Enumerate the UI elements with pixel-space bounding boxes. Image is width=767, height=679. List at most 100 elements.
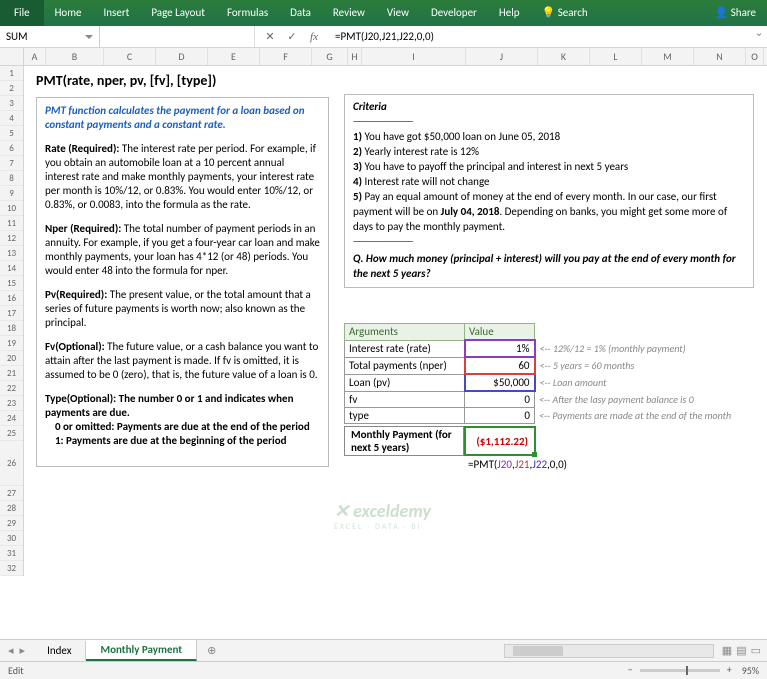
ribbon-tab-review[interactable]: Review (322, 0, 376, 26)
arg-label-rate[interactable]: Interest rate (rate) (345, 340, 465, 357)
col-L[interactable]: L (590, 48, 642, 65)
ribbon-share[interactable]: 👤 Share (704, 0, 767, 26)
col-K[interactable]: K (538, 48, 590, 65)
formula-bar-row: SUM ✕ ✓ fx =PMT(J20,J21,J22,0,0) ⌄ (0, 26, 767, 48)
zoom-level[interactable]: 95% (742, 664, 759, 677)
row-7[interactable]: 7 (0, 156, 23, 171)
arg-value-nper[interactable]: 60 (465, 357, 535, 374)
zoom-thumb[interactable] (686, 666, 688, 675)
normal-view-icon[interactable]: ▦ (722, 644, 732, 657)
row-23[interactable]: 23 (0, 396, 23, 411)
arg-value-fv[interactable]: 0 (465, 391, 535, 408)
sheet-canvas[interactable]: PMT(rate, nper, pv, [fv], [type]) PMT fu… (24, 66, 767, 576)
ribbon-search[interactable]: 💡 Search (531, 0, 599, 26)
arg-label-type[interactable]: type (345, 408, 465, 424)
col-N[interactable]: N (694, 48, 746, 65)
row-10[interactable]: 10 (0, 201, 23, 216)
arg-value-rate[interactable]: 1% (465, 340, 535, 357)
ribbon-tab-help[interactable]: Help (488, 0, 531, 26)
col-O[interactable]: O (746, 48, 764, 65)
arg-note-rate: <-- 12%/12 = 1% (monthly payment) (535, 340, 732, 357)
col-E[interactable]: E (208, 48, 260, 65)
ribbon-tab-home[interactable]: Home (44, 0, 93, 26)
row-26[interactable]: 26 (0, 441, 23, 486)
horizontal-scrollbar[interactable] (504, 644, 714, 658)
row-21[interactable]: 21 (0, 366, 23, 381)
row-5[interactable]: 5 (0, 126, 23, 141)
row-14[interactable]: 14 (0, 261, 23, 276)
col-D[interactable]: D (156, 48, 208, 65)
scrollbar-thumb[interactable] (513, 646, 563, 656)
row-1[interactable]: 1 (0, 66, 23, 81)
select-all-corner[interactable] (0, 48, 24, 65)
watermark: ✕ exceldemy EXCEL · DATA · BI (334, 500, 431, 532)
formula-input[interactable]: =PMT(J20,J21,J22,0,0) (329, 26, 751, 47)
ribbon-tab-formulas[interactable]: Formulas (216, 0, 279, 26)
row-29[interactable]: 29 (0, 516, 23, 531)
col-B[interactable]: B (46, 48, 104, 65)
row-20[interactable]: 20 (0, 351, 23, 366)
add-sheet-icon[interactable]: ⊕ (197, 644, 226, 657)
ribbon-share-label: Share (731, 6, 756, 19)
sheet-tab-monthly-payment[interactable]: Monthly Payment (86, 640, 197, 661)
row-headers: 1 2 3 4 5 6 7 8 9 10 11 12 13 14 15 16 1… (0, 66, 24, 576)
monthly-formula-cell[interactable]: =PMT(J20,J21,J22,0,0) (344, 458, 567, 471)
row-17[interactable]: 17 (0, 306, 23, 321)
row-31[interactable]: 31 (0, 546, 23, 561)
row-4[interactable]: 4 (0, 111, 23, 126)
row-30[interactable]: 30 (0, 531, 23, 546)
row-3[interactable]: 3 (0, 96, 23, 111)
enter-icon[interactable]: ✓ (281, 30, 303, 43)
row-2[interactable]: 2 (0, 81, 23, 96)
ribbon-tab-page-layout[interactable]: Page Layout (140, 0, 216, 26)
row-8[interactable]: 8 (0, 171, 23, 186)
monthly-payment-label[interactable]: Monthly Payment (for next 5 years) (344, 426, 464, 456)
ribbon-tab-developer[interactable]: Developer (420, 0, 488, 26)
page-layout-icon[interactable]: ▤ (736, 644, 746, 657)
dashes-1: ------------------------- (353, 114, 745, 129)
row-24[interactable]: 24 (0, 411, 23, 426)
arg-value-type[interactable]: 0 (465, 408, 535, 424)
sheet-tab-index[interactable]: Index (33, 641, 86, 660)
sheet-next-icon[interactable]: ▸ (20, 644, 26, 657)
cancel-icon[interactable]: ✕ (259, 30, 281, 43)
ribbon-tab-insert[interactable]: Insert (93, 0, 141, 26)
ribbon-tab-view[interactable]: View (376, 0, 420, 26)
zoom-slider[interactable] (640, 669, 720, 672)
name-box[interactable]: SUM (0, 26, 100, 47)
row-28[interactable]: 28 (0, 501, 23, 516)
table-row: Total payments (nper) 60 <-- 5 years = 6… (345, 357, 732, 374)
arg-label-pv[interactable]: Loan (pv) (345, 374, 465, 391)
row-19[interactable]: 19 (0, 336, 23, 351)
ribbon-tab-data[interactable]: Data (279, 0, 322, 26)
row-22[interactable]: 22 (0, 381, 23, 396)
col-A[interactable]: A (24, 48, 46, 65)
page-break-icon[interactable]: ▭ (751, 644, 761, 657)
row-12[interactable]: 12 (0, 231, 23, 246)
arg-label-fv[interactable]: fv (345, 391, 465, 408)
row-27[interactable]: 27 (0, 486, 23, 501)
arg-label-nper[interactable]: Total payments (nper) (345, 357, 465, 374)
row-25[interactable]: 25 (0, 426, 23, 441)
row-13[interactable]: 13 (0, 246, 23, 261)
col-I[interactable]: I (362, 48, 466, 65)
fx-icon[interactable]: fx (303, 31, 325, 43)
row-9[interactable]: 9 (0, 186, 23, 201)
formula-expand-icon[interactable]: ⌄ (751, 26, 767, 47)
sheet-prev-icon[interactable]: ◂ (8, 644, 14, 657)
col-F[interactable]: F (260, 48, 312, 65)
col-H[interactable]: H (348, 48, 362, 65)
col-M[interactable]: M (642, 48, 694, 65)
row-6[interactable]: 6 (0, 141, 23, 156)
col-J[interactable]: J (466, 48, 538, 65)
row-15[interactable]: 15 (0, 276, 23, 291)
arg-value-pv[interactable]: $50,000 (465, 374, 535, 391)
row-11[interactable]: 11 (0, 216, 23, 231)
row-32[interactable]: 32 (0, 561, 23, 576)
monthly-payment-value[interactable]: ($1,112.22) (464, 426, 536, 456)
row-16[interactable]: 16 (0, 291, 23, 306)
ribbon-tab-file[interactable]: File (0, 0, 44, 26)
col-C[interactable]: C (104, 48, 156, 65)
row-18[interactable]: 18 (0, 321, 23, 336)
col-G[interactable]: G (312, 48, 348, 65)
